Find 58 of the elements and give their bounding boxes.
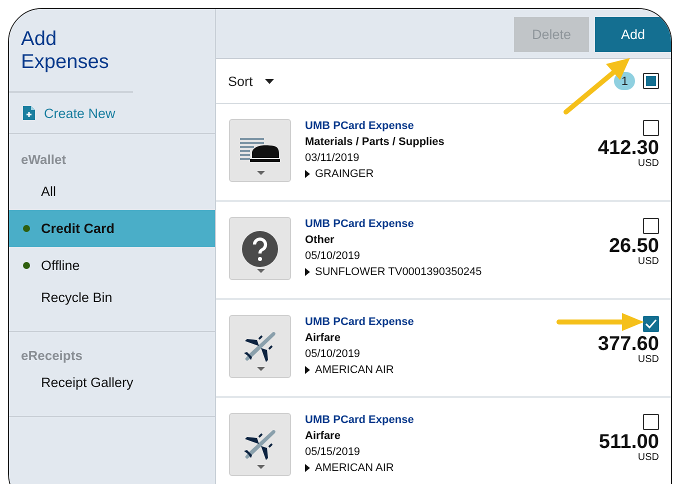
stapler-icon <box>240 138 280 164</box>
merchant-name: AMERICAN AIR <box>315 461 394 476</box>
sidebar-item[interactable]: Receipt Gallery <box>9 369 215 417</box>
expense-amount: 412.30 <box>598 138 659 158</box>
sidebar-item[interactable]: Recycle Bin <box>9 284 215 332</box>
currency-label: USD <box>638 256 659 267</box>
row-checkbox[interactable] <box>643 414 659 430</box>
merchant-name: GRAINGER <box>315 167 374 182</box>
page-title: Add Expenses <box>9 9 133 93</box>
expense-type: UMB PCard Expense <box>305 119 415 134</box>
sidebar-item[interactable]: All <box>9 173 215 210</box>
expense-date: 05/10/2019 <box>305 249 362 264</box>
expense-date: 05/10/2019 <box>305 347 362 362</box>
currency-label: USD <box>638 452 659 463</box>
expense-category: Other <box>305 233 336 248</box>
create-new-link[interactable]: Create New <box>23 106 116 120</box>
expense-amount: 26.50 <box>608 236 659 256</box>
new-document-icon <box>23 106 35 120</box>
merchant-name: AMERICAN AIR <box>315 363 394 378</box>
airplane-icon <box>243 330 277 364</box>
add-button[interactable]: Add <box>595 17 671 52</box>
row-checkbox[interactable] <box>643 218 659 234</box>
expense-date: 05/15/2019 <box>305 445 362 460</box>
merchant-name: SUNFLOWER TV0001390350245 <box>315 265 482 280</box>
expense-type: UMB PCard Expense <box>305 217 415 232</box>
category-button[interactable] <box>229 315 291 378</box>
expense-type: UMB PCard Expense <box>305 413 414 428</box>
caret-icon[interactable] <box>305 170 310 178</box>
currency-label: USD <box>638 158 659 169</box>
sidebar-item[interactable]: Offline <box>9 247 215 284</box>
row-checkbox[interactable] <box>643 120 659 136</box>
sidebar-item[interactable]: Credit Card <box>9 210 215 247</box>
caret-icon <box>257 171 265 175</box>
sort-dropdown[interactable]: Sort <box>228 74 274 88</box>
caret-icon <box>257 465 265 469</box>
section-heading: eReceipts <box>20 347 84 365</box>
select-all-checkbox[interactable] <box>643 73 659 89</box>
expense-date: 03/11/2019 <box>305 151 360 166</box>
caret-icon <box>257 269 265 273</box>
expense-amount: 511.00 <box>598 432 659 452</box>
row-checkbox[interactable] <box>643 316 659 332</box>
caret-icon[interactable] <box>305 366 310 374</box>
category-button[interactable] <box>229 217 291 280</box>
section-heading: eWallet <box>20 151 68 169</box>
expense-amount: 377.60 <box>598 334 659 354</box>
caret-icon <box>257 367 265 371</box>
airplane-icon <box>243 428 277 462</box>
expense-category: Materials / Parts / Supplies <box>305 135 444 150</box>
caret-icon <box>264 78 274 84</box>
question-icon <box>242 230 278 266</box>
expense-type: UMB PCard Expense <box>305 315 414 330</box>
expense-category: Airfare <box>305 429 342 444</box>
category-button[interactable] <box>229 119 291 182</box>
category-button[interactable] <box>229 413 291 476</box>
caret-icon[interactable] <box>305 268 310 276</box>
expense-category: Airfare <box>305 331 342 346</box>
currency-label: USD <box>638 354 659 365</box>
caret-icon[interactable] <box>305 464 310 472</box>
